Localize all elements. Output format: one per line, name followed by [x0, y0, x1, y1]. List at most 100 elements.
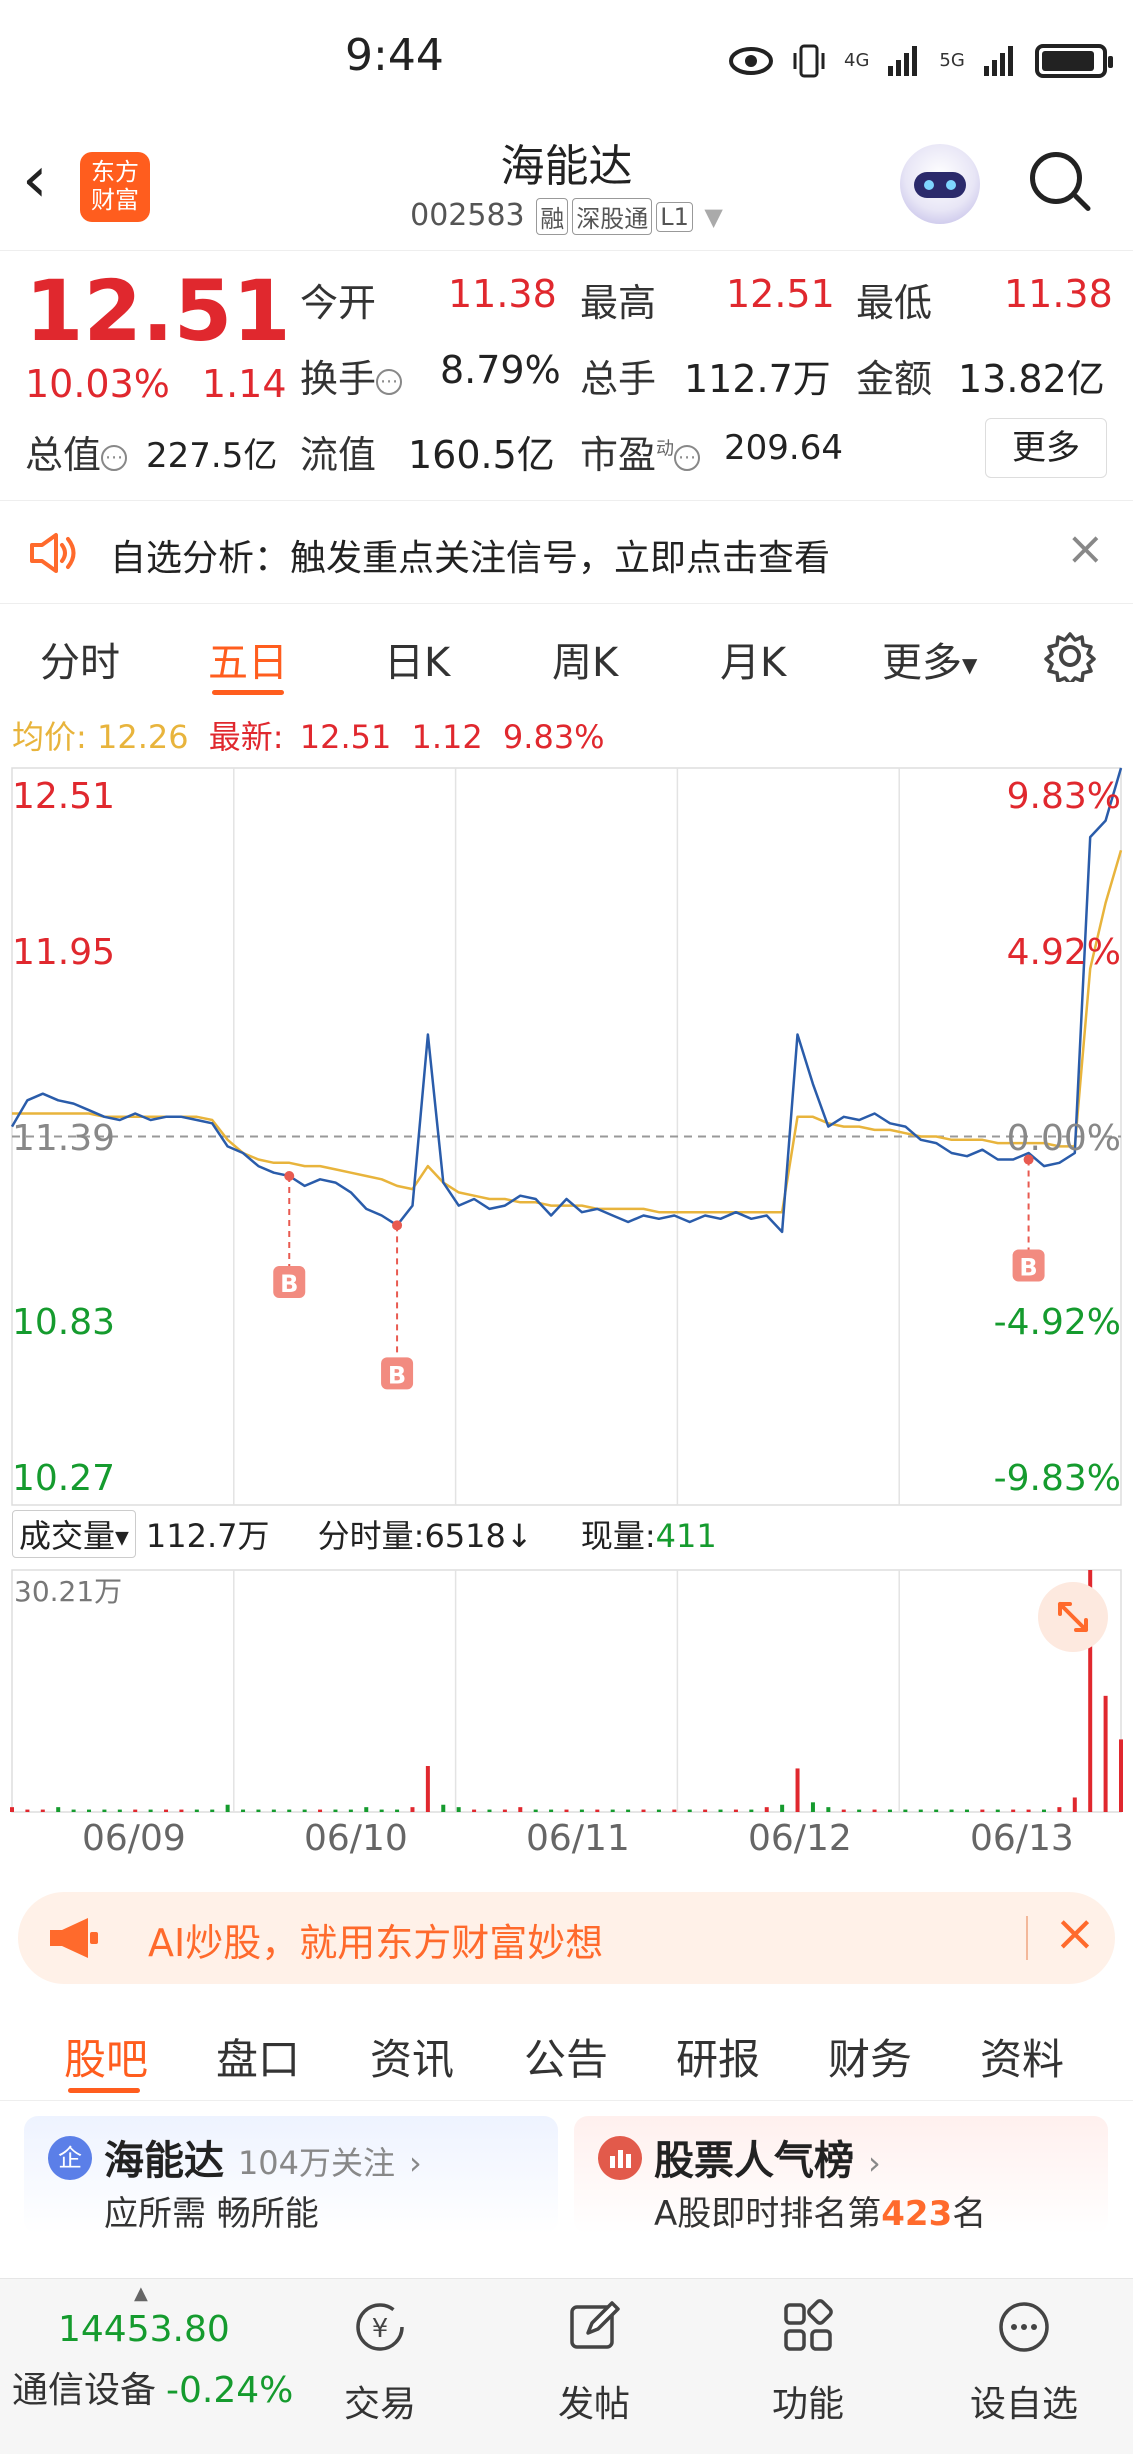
volume-bar: [595, 1809, 600, 1812]
rank-prefix: A股即时排名第: [654, 2194, 882, 2234]
bottom-nav: ▲ 14453.80 通信设备 -0.24% ¥ 交易 发帖 功能 设自选: [0, 2278, 1133, 2454]
x-tick-date: 06/11: [526, 1818, 630, 1859]
info-tabs: 股吧 盘口 资讯 公告 研报 财务 资料: [0, 2000, 1133, 2101]
tab-order-book[interactable]: 盘口: [216, 2026, 300, 2087]
close-icon[interactable]: ×: [1054, 1904, 1096, 1962]
tick-volume: 6518↓: [424, 1517, 533, 1555]
popularity-rank-card[interactable]: 股票人气榜 › A股即时排名第423名: [574, 2116, 1108, 2234]
volume-bar: [934, 1809, 939, 1812]
chevron-right-icon: ›: [867, 2144, 881, 2182]
volume-bar: [549, 1809, 554, 1812]
nav-functions[interactable]: 功能: [738, 2297, 878, 2427]
buy-marker-label: B: [388, 1361, 406, 1389]
volume-selector[interactable]: 成交量▼: [12, 1510, 136, 1558]
x-tick-date: 06/12: [748, 1818, 852, 1859]
edit-icon: [570, 2301, 620, 2349]
volume-bar: [1041, 1809, 1046, 1812]
volume-bar: [626, 1809, 631, 1812]
y-tick-right: 4.92%: [1006, 932, 1121, 973]
nav-trade[interactable]: ¥ 交易: [310, 2297, 450, 2427]
y-tick-right: -4.92%: [993, 1302, 1121, 1343]
expand-icon[interactable]: [1038, 1582, 1108, 1652]
buy-marker-label: B: [1019, 1254, 1037, 1282]
x-tick-date: 06/10: [304, 1818, 408, 1859]
volume-bar: [133, 1809, 138, 1812]
volume-bar: [872, 1809, 877, 1812]
tab-profile[interactable]: 资料: [980, 2026, 1064, 2087]
volume-bar: [887, 1809, 892, 1812]
volume-bar: [564, 1809, 569, 1812]
nav-post[interactable]: 发帖: [524, 2297, 664, 2427]
volume-bar: [487, 1809, 492, 1812]
volume-bar: [71, 1809, 76, 1812]
tab-announcements[interactable]: 公告: [524, 2026, 608, 2087]
volume-bar: [333, 1809, 338, 1812]
volume-bar: [348, 1809, 353, 1812]
y-tick-left: 12.51: [12, 776, 116, 817]
volume-bar: [641, 1809, 646, 1812]
stock-forum-card[interactable]: 企 海能达 104万关注 › 应所需 畅所能: [24, 2116, 558, 2234]
volume-bar: [672, 1809, 677, 1812]
volume-bar: [56, 1807, 61, 1812]
avg-price-line-series: [12, 849, 1123, 1214]
ai-banner-text: AI炒股，就用东方财富妙想: [148, 1921, 604, 1965]
volume-bar: [949, 1809, 954, 1812]
rank-number: 423: [881, 2194, 953, 2234]
volume-total: 112.7万: [145, 1517, 270, 1555]
volume-max-label: 30.21万: [14, 1575, 123, 1608]
volume-bar: [826, 1807, 831, 1812]
volume-bar: [25, 1809, 30, 1812]
volume-bar: [318, 1809, 323, 1812]
svg-text:¥: ¥: [372, 2314, 389, 2344]
volume-bar: [780, 1804, 785, 1812]
y-tick-left: 10.27: [12, 1458, 116, 1499]
volume-bar: [764, 1807, 769, 1812]
volume-bar: [164, 1809, 169, 1812]
volume-bar: [379, 1809, 384, 1812]
chevron-right-icon: ›: [408, 2144, 422, 2182]
volume-bar: [102, 1809, 107, 1812]
volume-bar: [610, 1809, 615, 1812]
tab-financials[interactable]: 财务: [828, 2026, 912, 2087]
volume-toolbar: 成交量▼ 112.7万 分时量:6518↓ 现量:411: [12, 1510, 717, 1558]
y-tick-left: 11.39: [12, 1118, 116, 1159]
volume-bar: [1103, 1695, 1108, 1812]
volume-bar: [810, 1802, 815, 1812]
volume-bar: [1011, 1809, 1016, 1812]
tab-research[interactable]: 研报: [676, 2026, 760, 2087]
y-tick-left: 11.95: [12, 932, 116, 973]
trade-icon: ¥: [356, 2303, 404, 2351]
ai-banner[interactable]: AI炒股，就用东方财富妙想 ×: [18, 1892, 1115, 1984]
volume-bar: [964, 1809, 969, 1812]
x-tick-date: 06/13: [970, 1818, 1074, 1859]
volume-bar: [1026, 1809, 1031, 1812]
card-slogan: 应所需 畅所能: [104, 2194, 319, 2234]
volume-bar: [733, 1809, 738, 1812]
volume-bar: [656, 1809, 661, 1812]
volume-bar: [980, 1809, 985, 1812]
volume-bar: [1057, 1807, 1062, 1812]
y-tick-right: -9.83%: [993, 1458, 1121, 1499]
volume-bar: [287, 1809, 292, 1812]
y-tick-right: 9.83%: [1006, 776, 1121, 817]
sector-name: 通信设备: [12, 2370, 157, 2411]
tab-news[interactable]: 资讯: [370, 2026, 454, 2087]
sector-index-value[interactable]: 14453.80: [58, 2309, 230, 2350]
tab-forum[interactable]: 股吧: [64, 2026, 148, 2087]
volume-bar: [1072, 1797, 1077, 1812]
more-dots-icon: [999, 2302, 1049, 2352]
volume-bar: [718, 1809, 723, 1812]
volume-bar: [795, 1768, 800, 1812]
volume-bar: [518, 1807, 523, 1812]
caret-up-icon[interactable]: ▲: [134, 2283, 148, 2304]
volume-bar: [687, 1809, 692, 1812]
grid-icon: [784, 2299, 833, 2351]
nav-add-watchlist[interactable]: 设自选: [954, 2297, 1094, 2427]
volume-bar: [40, 1809, 45, 1812]
volume-bar: [87, 1809, 92, 1812]
volume-bar: [903, 1809, 908, 1812]
caret-down-icon: ▼: [115, 1527, 129, 1549]
five-day-chart[interactable]: B B B: [0, 0, 1133, 1880]
volume-bar: [425, 1766, 430, 1812]
current-volume: 411: [655, 1517, 717, 1555]
